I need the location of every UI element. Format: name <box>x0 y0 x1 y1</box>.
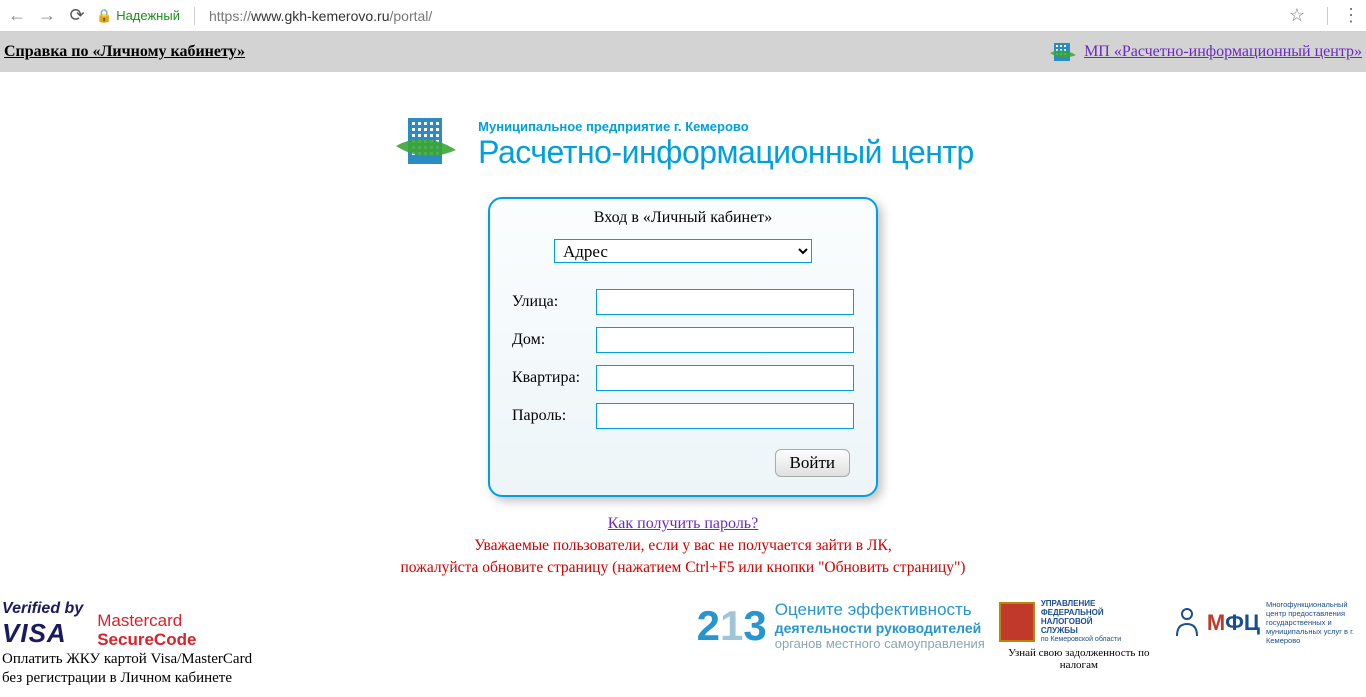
login-panel: Вход в «Личный кабинет» Адрес Улица: Дом… <box>488 197 878 497</box>
lock-icon: 🔒 <box>96 8 112 24</box>
login-title: Вход в «Личный кабинет» <box>490 199 876 239</box>
secure-label: Надежный <box>116 8 180 23</box>
p213-block[interactable]: 213 Оцените эффективность деятельности р… <box>697 600 985 651</box>
get-password-link[interactable]: Как получить пароль? <box>608 515 758 532</box>
tax-emblem-icon <box>999 602 1035 642</box>
mfc-block[interactable]: МФЦ Многофункциональный центр предоставл… <box>1173 600 1358 645</box>
mfc-logo: МФЦ <box>1207 610 1260 636</box>
logo-text: Муниципальное предприятие г. Кемерово Ра… <box>478 119 974 171</box>
password-label: Пароль: <box>512 407 596 425</box>
tax-block[interactable]: УПРАВЛЕНИЕ ФЕДЕРАЛЬНОЙ НАЛОГОВОЙ СЛУЖБЫ … <box>999 600 1159 671</box>
p213-number: 213 <box>697 602 767 650</box>
apartment-label: Квартира: <box>512 369 596 387</box>
login-mode-select[interactable]: Адрес <box>554 239 812 263</box>
mfc-text: Многофункциональный центр предоставления… <box>1266 600 1358 645</box>
bookmark-icon[interactable]: ☆ <box>1289 5 1305 26</box>
street-input[interactable] <box>596 289 854 315</box>
visa-mc-logos[interactable]: Verified by VISA Mastercard SecureCode <box>2 600 252 649</box>
warning-text: Уважаемые пользователи, если у вас не по… <box>0 535 1366 578</box>
tax-caption: Узнай свою задолженность по налогам <box>999 647 1159 671</box>
building-icon <box>1048 39 1080 65</box>
logo-subtitle: Муниципальное предприятие г. Кемерово <box>478 119 974 134</box>
tax-label: УПРАВЛЕНИЕ ФЕДЕРАЛЬНОЙ НАЛОГОВОЙ СЛУЖБЫ … <box>1041 600 1121 643</box>
separator <box>1327 7 1328 25</box>
visa-logo: Verified by VISA <box>2 600 83 649</box>
mp-link[interactable]: МП «Расчетно-информационный центр» <box>1048 39 1362 65</box>
house-input[interactable] <box>596 327 854 353</box>
url-separator <box>194 7 195 25</box>
apartment-input[interactable] <box>596 365 854 391</box>
secure-badge: 🔒 Надежный <box>96 8 180 24</box>
password-input[interactable] <box>596 403 854 429</box>
back-icon[interactable]: ← <box>6 5 28 26</box>
help-link[interactable]: Справка по «Личному кабинету» <box>4 43 245 61</box>
logo-row: Муниципальное предприятие г. Кемерово Ра… <box>392 112 974 177</box>
logo-title: Расчетно-информационный центр <box>478 134 974 171</box>
forward-icon[interactable]: → <box>36 5 58 26</box>
pay-text-1: Оплатить ЖКУ картой Visa/MasterCard <box>2 651 252 668</box>
footer-left: Verified by VISA Mastercard SecureCode О… <box>2 600 252 687</box>
footer: Verified by VISA Mastercard SecureCode О… <box>0 578 1366 697</box>
p213-text: Оцените эффективность деятельности руков… <box>775 600 985 651</box>
footer-right: 213 Оцените эффективность деятельности р… <box>697 600 1358 671</box>
mastercard-logo: Mastercard SecureCode <box>97 612 196 649</box>
building-logo-icon <box>392 112 462 177</box>
reload-icon[interactable]: ⟳ <box>66 5 88 26</box>
browser-chrome: ← → ⟳ 🔒 Надежный https://www.gkh-kemerov… <box>0 0 1366 32</box>
login-button[interactable]: Войти <box>775 449 850 477</box>
house-label: Дом: <box>512 331 596 349</box>
menu-icon[interactable]: ⋮ <box>1342 5 1360 26</box>
header-bar: Справка по «Личному кабинету» МП «Расчет… <box>0 32 1366 72</box>
mfc-person-icon <box>1173 606 1201 640</box>
main-content: Муниципальное предприятие г. Кемерово Ра… <box>0 72 1366 578</box>
under-panel: Как получить пароль? Уважаемые пользоват… <box>0 515 1366 578</box>
url-bar[interactable]: https://www.gkh-kemerovo.ru/portal/ <box>209 8 1281 24</box>
street-label: Улица: <box>512 293 596 311</box>
pay-text-2: без регистрации в Личном кабинете <box>2 670 252 687</box>
